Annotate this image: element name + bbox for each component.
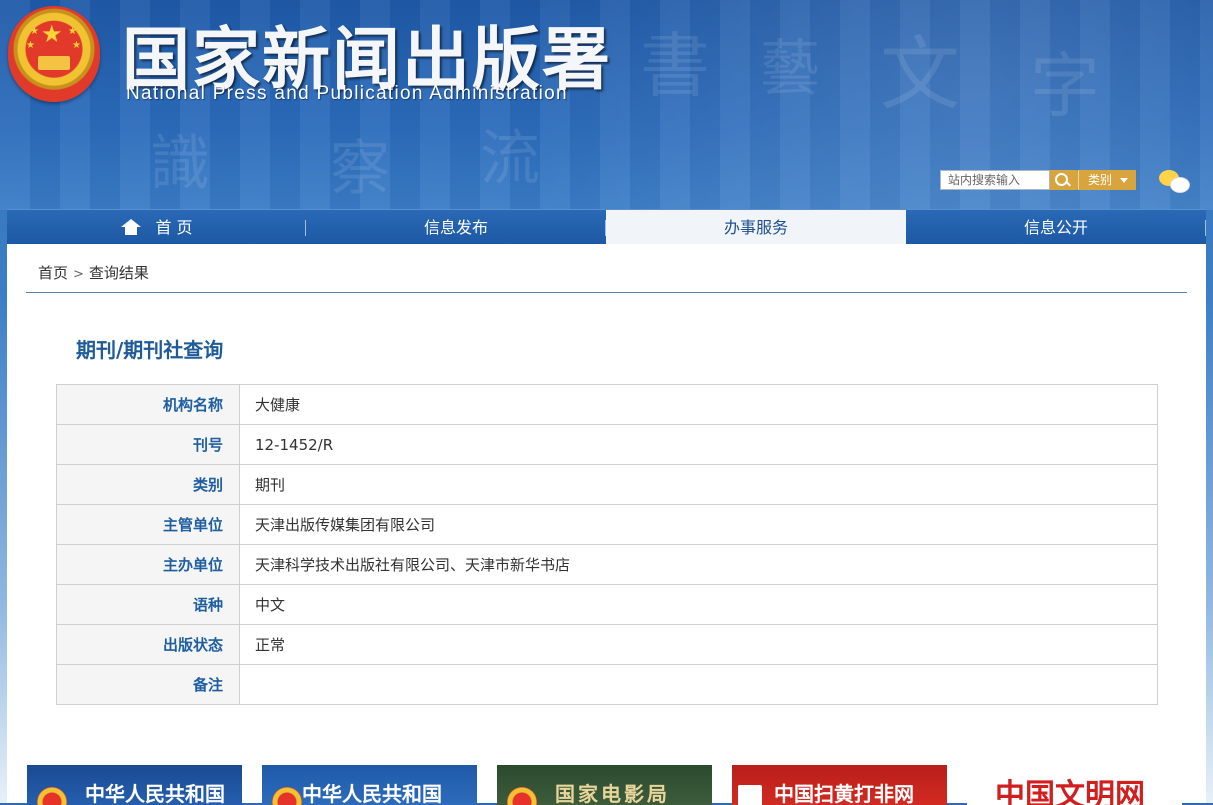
- row-label: 出版状态: [56, 624, 240, 665]
- row-value: 天津出版传媒集团有限公司: [239, 504, 1158, 545]
- search-icon: [1055, 173, 1068, 186]
- table-row: 类别 期刊: [56, 464, 1158, 505]
- row-value: 期刊: [239, 464, 1158, 505]
- calligraphy-decoration: 字: [1030, 45, 1100, 127]
- calligraphy-decoration: 識: [150, 129, 210, 199]
- site-header: 書 藝 文 字 識 察 流 ★ ★ ★ ★ ★ 国家新闻出版署 National…: [0, 0, 1213, 210]
- table-row: 刊号 12-1452/R: [56, 424, 1158, 465]
- table-row: 出版状态 正常: [56, 624, 1158, 665]
- breadcrumb: 首页 > 查询结果: [38, 262, 149, 283]
- calligraphy-decoration: 察: [330, 134, 390, 204]
- table-row: 主管单位 天津出版传媒集团有限公司: [56, 504, 1158, 545]
- row-label: 主办单位: [56, 544, 240, 585]
- row-value: 天津科学技术出版社有限公司、天津市新华书店: [239, 544, 1158, 585]
- calligraphy-decoration: 藝: [760, 34, 820, 104]
- banner-text: 国家电影局: [555, 782, 670, 805]
- main-nav: 首 页 信息发布 办事服务 信息公开: [7, 209, 1206, 245]
- banner-link[interactable]: 中华人民共和国: [27, 765, 242, 805]
- national-emblem-icon[interactable]: ★ ★ ★ ★ ★: [8, 6, 100, 102]
- row-label: 语种: [56, 584, 240, 625]
- dropdown-caret-icon: [1120, 178, 1128, 183]
- banner-link[interactable]: 中国扫黄打非网: [732, 765, 947, 805]
- row-value: 正常: [239, 624, 1158, 665]
- nav-divider: [1205, 220, 1206, 236]
- nav-info-release[interactable]: 信息发布: [306, 210, 606, 245]
- national-emblem-icon: [272, 787, 302, 805]
- antiporn-logo-icon: [738, 785, 762, 805]
- page-title: 期刊/期刊社查询: [76, 338, 224, 362]
- banner-text: 中华人民共和国: [85, 782, 225, 805]
- site-subtitle: National Press and Publication Administr…: [126, 83, 568, 104]
- breadcrumb-separator: >: [73, 267, 84, 282]
- home-icon: [121, 219, 142, 235]
- row-value: 中文: [239, 584, 1158, 625]
- calligraphy-decoration: 流: [480, 124, 540, 194]
- banner-text: 中国文明网: [995, 778, 1145, 805]
- breadcrumb-home[interactable]: 首页: [38, 264, 68, 282]
- banner-text: 中华人民共和国: [302, 782, 442, 805]
- national-emblem-icon: [37, 787, 67, 805]
- table-row: 语种 中文: [56, 584, 1158, 625]
- banner-text: 中国扫黄打非网: [774, 782, 914, 805]
- wechat-icon[interactable]: [1159, 170, 1190, 194]
- search-input[interactable]: 站内搜索输入: [940, 170, 1050, 190]
- row-label: 备注: [56, 664, 240, 705]
- category-label: 类别: [1088, 173, 1113, 187]
- table-row: 主办单位 天津科学技术出版社有限公司、天津市新华书店: [56, 544, 1158, 585]
- row-label: 类别: [56, 464, 240, 505]
- row-label: 主管单位: [56, 504, 240, 545]
- banner-link[interactable]: 国家电影局: [497, 765, 712, 805]
- table-row: 机构名称 大健康: [56, 384, 1158, 425]
- main-content: 首页 > 查询结果 期刊/期刊社查询 机构名称 大健康 刊号 12-1452/R 类别期…: [7, 244, 1206, 805]
- banner-link[interactable]: 中华人民共和国: [262, 765, 477, 805]
- banner-link[interactable]: 中国文明网: [967, 765, 1182, 805]
- row-value: 12-1452/R: [239, 424, 1158, 465]
- table-row: 备注: [56, 664, 1158, 705]
- nav-home[interactable]: 首 页: [7, 210, 307, 245]
- result-table: 机构名称 大健康 刊号 12-1452/R 类别 期刊 主管单位 天津出版传媒集团有限公…: [56, 384, 1158, 705]
- nav-home-label: 首 页: [155, 218, 193, 237]
- nav-info-disclosure[interactable]: 信息公开: [906, 210, 1206, 245]
- divider: [26, 292, 1187, 293]
- row-value: 大健康: [239, 384, 1158, 425]
- search-button[interactable]: [1050, 170, 1078, 190]
- row-label: 刊号: [56, 424, 240, 465]
- row-value: [239, 664, 1158, 705]
- calligraphy-decoration: 書: [640, 25, 710, 107]
- calligraphy-decoration: 文: [880, 28, 960, 121]
- breadcrumb-current: 查询结果: [88, 264, 149, 282]
- category-dropdown[interactable]: 类别: [1078, 170, 1136, 190]
- nav-services[interactable]: 办事服务: [606, 210, 906, 245]
- row-label: 机构名称: [56, 384, 240, 425]
- national-emblem-icon: [507, 787, 537, 805]
